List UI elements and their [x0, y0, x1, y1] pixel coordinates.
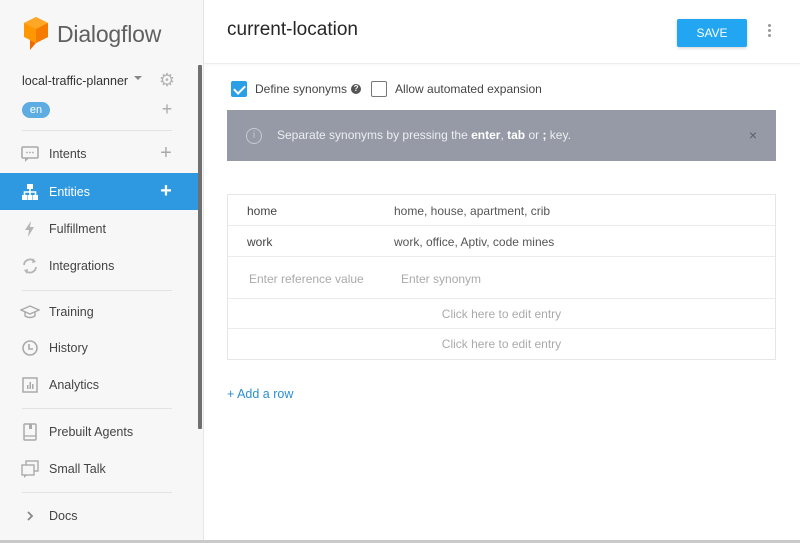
edit-entry-text: Click here to edit entry	[441, 337, 562, 351]
add-language-button[interactable]: +	[158, 100, 176, 118]
close-icon[interactable]: ×	[746, 127, 760, 143]
info-icon: i	[246, 128, 262, 144]
edit-entry-row[interactable]: Click here to edit entry	[228, 299, 775, 329]
more-options-icon[interactable]	[763, 22, 775, 42]
logo[interactable]: Dialogflow	[22, 15, 161, 53]
sidebar-item-label: Entities	[49, 184, 90, 199]
sidebar-item-label: Intents	[49, 146, 87, 161]
synonyms-value[interactable]: home, house, apartment, crib	[394, 204, 550, 218]
allow-expansion-label: Allow automated expansion	[395, 82, 542, 96]
reference-value[interactable]: home	[247, 204, 277, 218]
help-icon[interactable]: ?	[351, 84, 362, 94]
page-header: current-location SAVE	[204, 0, 800, 64]
page-title: current-location	[227, 19, 358, 40]
edit-entry-row[interactable]: Click here to edit entry	[228, 329, 775, 359]
sidebar-item-training[interactable]: Training	[0, 293, 198, 330]
book-icon	[23, 423, 37, 441]
sidebar-item-label: Fulfillment	[49, 221, 106, 236]
sync-icon	[23, 258, 37, 274]
table-row[interactable]: work work, office, Aptiv, code mines	[228, 226, 775, 257]
info-text: Separate synonyms by pressing the enter,…	[277, 128, 571, 142]
add-row-link[interactable]: + Add a row	[227, 387, 293, 401]
sidebar-item-label: Analytics	[49, 377, 100, 392]
sidebar: Dialogflow local-traffic-planner ⚙ en + …	[0, 0, 204, 543]
sidebar-item-integrations[interactable]: Integrations	[0, 247, 198, 284]
sidebar-item-label: Prebuilt Agents	[49, 424, 134, 439]
add-intent-button[interactable]: +	[157, 143, 175, 163]
entity-options: Define synonyms ? Allow automated expans…	[231, 80, 542, 98]
synonym-input[interactable]: Enter synonym	[401, 272, 481, 286]
add-entity-button[interactable]: +	[157, 181, 175, 201]
sidebar-item-label: Training	[49, 304, 94, 319]
table-row[interactable]: home home, house, apartment, crib	[228, 195, 775, 226]
gear-icon[interactable]: ⚙	[158, 71, 176, 89]
clock-icon	[22, 340, 38, 356]
divider	[22, 492, 172, 493]
new-entry-row: Enter reference value Enter synonym	[228, 257, 775, 299]
language-badge[interactable]: en	[22, 102, 50, 118]
sidebar-item-intents[interactable]: Intents +	[0, 135, 198, 172]
sidebar-item-label: Integrations	[49, 258, 115, 273]
dialogflow-app: Dialogflow local-traffic-planner ⚙ en + …	[0, 0, 800, 543]
save-button[interactable]: SAVE	[677, 19, 747, 47]
sidebar-scrollbar[interactable]	[198, 65, 202, 429]
allow-expansion-checkbox[interactable]	[371, 81, 388, 97]
sidebar-item-entities[interactable]: Entities +	[0, 173, 198, 210]
app-name: Dialogflow	[57, 20, 162, 47]
chevron-right-icon	[27, 511, 34, 521]
graduation-cap-icon	[20, 305, 40, 319]
sidebar-item-analytics[interactable]: Analytics	[0, 366, 198, 403]
synonyms-value[interactable]: work, office, Aptiv, code mines	[394, 235, 554, 249]
dialogflow-logo-icon	[24, 17, 48, 50]
sidebar-item-history[interactable]: History	[0, 329, 198, 366]
chat-icon	[21, 146, 39, 162]
chat-bubbles-icon	[21, 460, 39, 478]
agent-selector[interactable]: local-traffic-planner ⚙	[22, 71, 182, 90]
define-synonyms-label: Define synonyms	[255, 82, 348, 96]
language-row: en +	[22, 100, 182, 120]
reference-value[interactable]: work	[247, 235, 272, 249]
bolt-icon	[25, 221, 34, 237]
sidebar-item-label: Docs	[49, 508, 78, 523]
edit-entry-text: Click here to edit entry	[441, 307, 562, 321]
sidebar-item-label: Small Talk	[49, 461, 106, 476]
sidebar-item-docs[interactable]: Docs	[0, 497, 198, 534]
entries-table: home home, house, apartment, crib work w…	[227, 194, 776, 360]
caret-down-icon[interactable]	[134, 76, 142, 80]
sidebar-item-small-talk[interactable]: Small Talk	[0, 450, 198, 487]
divider	[22, 290, 172, 291]
bar-chart-icon	[22, 377, 38, 393]
entities-icon	[22, 184, 38, 200]
sidebar-item-fulfillment[interactable]: Fulfillment	[0, 210, 198, 247]
divider	[22, 408, 172, 409]
reference-input[interactable]: Enter reference value	[249, 272, 364, 286]
divider	[22, 130, 172, 131]
main-content: current-location SAVE Define synonyms ? …	[204, 0, 800, 543]
agent-name: local-traffic-planner	[22, 74, 129, 88]
sidebar-item-prebuilt-agents[interactable]: Prebuilt Agents	[0, 413, 198, 450]
define-synonyms-checkbox[interactable]	[231, 81, 247, 97]
info-banner: i Separate synonyms by pressing the ente…	[227, 110, 776, 161]
sidebar-item-label: History	[49, 340, 88, 355]
